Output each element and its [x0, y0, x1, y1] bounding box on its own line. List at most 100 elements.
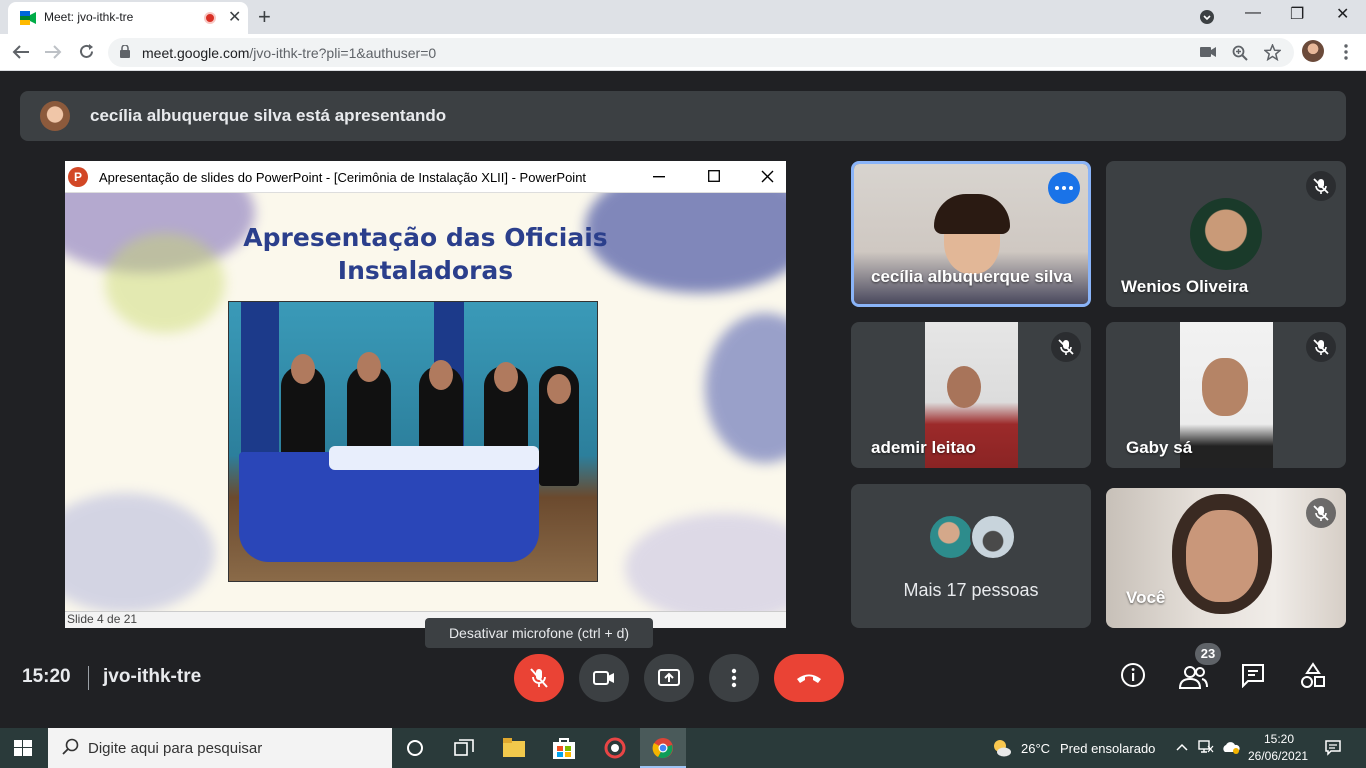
people-count-badge: 23 — [1195, 643, 1221, 665]
more-options-button[interactable] — [1048, 172, 1080, 204]
mic-off-icon — [1058, 339, 1074, 355]
mic-off-icon — [530, 668, 548, 688]
shared-presentation[interactable]: P Apresentação de slides do PowerPoint -… — [65, 161, 786, 628]
tab-search-icon[interactable] — [1199, 9, 1215, 25]
ppt-maximize-icon — [708, 170, 720, 182]
powerpoint-titlebar: P Apresentação de slides do PowerPoint -… — [65, 161, 786, 193]
participant-name: ademir leitao — [871, 438, 976, 457]
mic-off-icon — [1313, 339, 1329, 355]
participant-tile-self[interactable]: Você — [1106, 488, 1346, 628]
weather-temperature[interactable]: 26°C — [1021, 741, 1050, 756]
taskbar-chrome-button[interactable] — [640, 728, 686, 768]
leave-call-button[interactable] — [774, 654, 844, 702]
presenter-banner-text: cecília albuquerque silva está apresenta… — [90, 106, 447, 125]
browser-menu-icon[interactable] — [1344, 44, 1348, 60]
weather-description[interactable]: Pred ensolarado — [1060, 741, 1155, 756]
taskbar-search-placeholder: Digite aqui para pesquisar — [88, 740, 263, 757]
muted-indicator — [1306, 171, 1336, 201]
taskbar-time[interactable]: 15:20 — [1264, 732, 1294, 746]
notifications-icon[interactable] — [1325, 740, 1341, 756]
media-app-icon[interactable] — [604, 737, 626, 759]
maximize-button[interactable]: ❐ — [1290, 4, 1304, 24]
participant-name: Wenios Oliveira — [1121, 277, 1249, 296]
photo-tablecloth — [329, 446, 539, 470]
meeting-details-icon[interactable] — [1120, 662, 1146, 688]
divider — [88, 666, 89, 690]
presenter-avatar — [40, 101, 70, 131]
forward-arrow-icon[interactable] — [44, 44, 62, 60]
camera-icon — [593, 671, 614, 685]
taskbar-search-box[interactable]: Digite aqui para pesquisar — [48, 728, 392, 768]
muted-indicator — [1306, 332, 1336, 362]
profile-avatar[interactable] — [1302, 40, 1324, 62]
chat-icon[interactable] — [1240, 662, 1266, 688]
more-participants-label: Mais 17 pessoas — [903, 580, 1039, 600]
chevron-up-icon[interactable] — [1176, 743, 1188, 751]
present-screen-button[interactable] — [644, 654, 694, 702]
more-options-button[interactable] — [709, 654, 759, 702]
mic-off-icon — [1313, 505, 1329, 521]
more-participants-tile[interactable]: Mais 17 pessoas — [851, 484, 1091, 628]
url-path: /jvo-ithk-tre?pli=1&authuser=0 — [249, 45, 437, 61]
new-tab-button[interactable]: + — [258, 4, 271, 30]
back-arrow-icon[interactable] — [12, 44, 30, 60]
zoom-icon[interactable] — [1232, 45, 1248, 61]
ppt-close-icon — [761, 170, 774, 183]
bookmark-star-icon[interactable] — [1264, 44, 1281, 61]
taskbar-date[interactable]: 26/06/2021 — [1248, 749, 1308, 763]
slide: Apresentação das Oficiais Instaladoras — [65, 193, 786, 611]
participant-face — [1202, 358, 1248, 416]
people-icon[interactable] — [1178, 664, 1208, 690]
participant-name: Gaby sá — [1126, 438, 1193, 457]
camera-toggle-button[interactable] — [579, 654, 629, 702]
participant-avatar — [1190, 198, 1262, 270]
hang-up-icon — [797, 674, 821, 683]
slide-photo — [228, 301, 598, 582]
windows-start-icon[interactable] — [14, 740, 32, 756]
participant-face — [1186, 510, 1258, 602]
photo-person-head — [494, 362, 518, 392]
muted-indicator — [1051, 332, 1081, 362]
close-tab-button[interactable]: ✕ — [228, 7, 241, 27]
reload-icon[interactable] — [78, 43, 95, 60]
powerpoint-window-title: Apresentação de slides do PowerPoint - [… — [99, 170, 587, 185]
slide-title-line2: Instaladoras — [337, 256, 514, 285]
photo-person-head — [547, 374, 571, 404]
url-host: meet.google.com — [142, 45, 250, 61]
chrome-icon — [652, 738, 673, 759]
participant-tile-wenios[interactable]: Wenios Oliveira — [1106, 161, 1346, 307]
participant-tile-ademir[interactable]: ademir leitao — [851, 322, 1091, 468]
onedrive-icon[interactable] — [1222, 739, 1240, 755]
windows-taskbar: Digite aqui para pesquisar 26°C Pred ens… — [0, 728, 1366, 768]
minimize-button[interactable]: — — [1245, 4, 1261, 22]
meeting-code: jvo-ithk-tre — [103, 666, 202, 687]
task-view-icon[interactable] — [454, 739, 474, 757]
browser-tab[interactable]: Meet: jvo-ithk-tre ✕ — [8, 2, 248, 34]
participant-tile-cecilia[interactable]: cecília albuquerque silva — [851, 161, 1091, 307]
address-bar[interactable]: meet.google.com/jvo-ithk-tre?pli=1&authu… — [108, 38, 1294, 67]
photo-person-head — [291, 354, 315, 384]
mic-toggle-button[interactable] — [514, 654, 564, 702]
tab-title: Meet: jvo-ithk-tre — [44, 10, 134, 24]
store-icon[interactable] — [553, 737, 575, 759]
browser-tab-strip: Meet: jvo-ithk-tre ✕ + — ❐ ✕ — [0, 0, 1366, 34]
camera-in-use-icon[interactable] — [1200, 46, 1216, 58]
slide-title-line1: Apresentação das Oficiais — [243, 223, 608, 252]
cortana-icon[interactable] — [406, 739, 424, 757]
file-explorer-icon[interactable] — [503, 738, 525, 758]
muted-indicator — [1306, 498, 1336, 528]
mic-tooltip: Desativar microfone (ctrl + d) — [425, 618, 653, 648]
present-screen-icon — [658, 669, 680, 686]
participant-name: Você — [1126, 588, 1166, 607]
url-text: meet.google.com/jvo-ithk-tre?pli=1&authu… — [142, 45, 436, 61]
browser-toolbar: meet.google.com/jvo-ithk-tre?pli=1&authu… — [0, 34, 1366, 71]
lock-icon[interactable] — [120, 45, 130, 58]
activities-icon[interactable] — [1300, 662, 1326, 690]
network-icon[interactable] — [1198, 740, 1214, 754]
mic-off-icon — [1313, 178, 1329, 194]
more-dots-icon — [1055, 186, 1073, 190]
watercolor-decoration — [625, 513, 786, 611]
participant-tile-gaby[interactable]: Gaby sá — [1106, 322, 1346, 468]
close-window-button[interactable]: ✕ — [1336, 4, 1349, 24]
weather-sun-cloud-icon[interactable] — [992, 738, 1012, 758]
